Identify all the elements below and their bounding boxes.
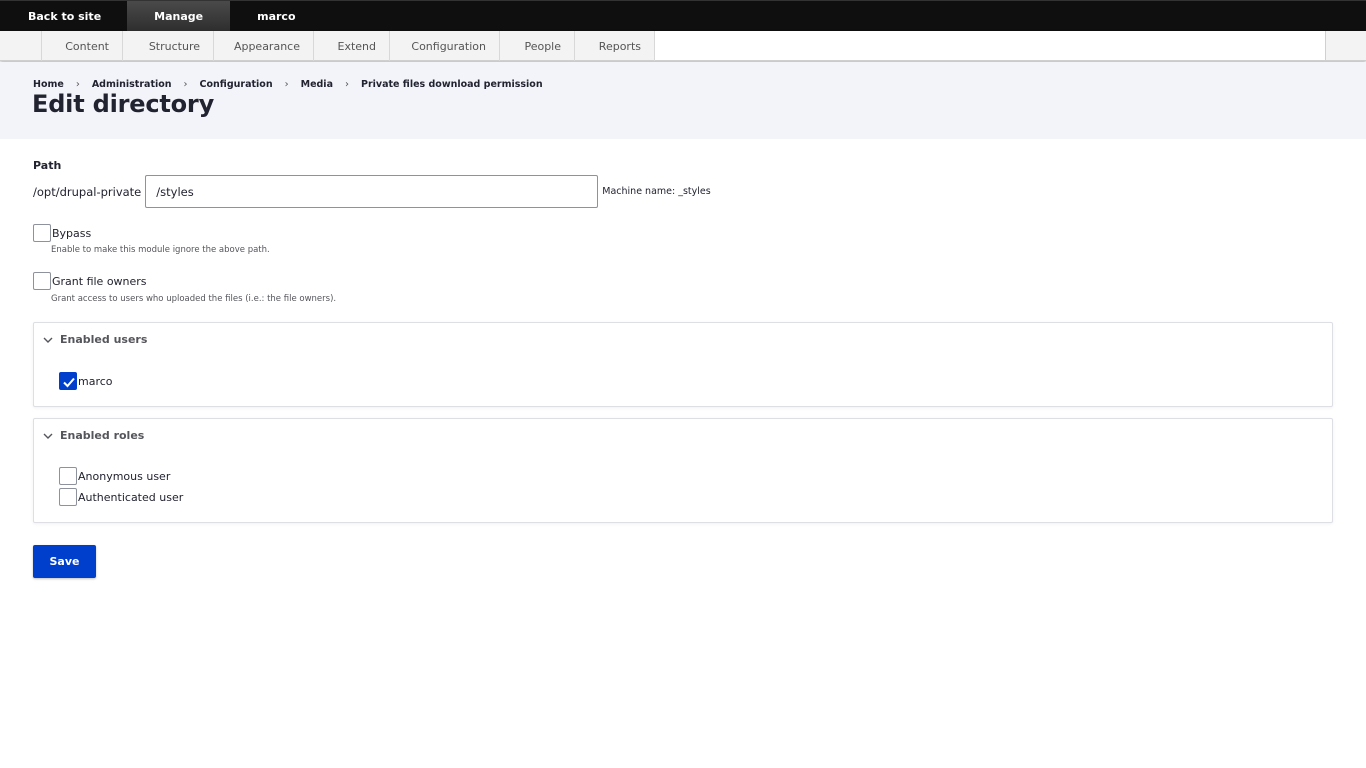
menu-item-reports[interactable]: Reports	[575, 31, 655, 61]
page-title: Edit directory	[32, 90, 215, 118]
path-label: Path	[33, 159, 62, 172]
user-tab[interactable]: marco	[230, 1, 322, 31]
bypass-description: Enable to make this module ignore the ab…	[51, 245, 270, 255]
manage-tab[interactable]: Manage	[127, 1, 231, 31]
tray-end	[1326, 31, 1366, 60]
enabled-users-toggle[interactable]: Enabled users	[42, 333, 147, 346]
breadcrumb-media[interactable]: Media	[301, 79, 333, 90]
anonymous-user-label[interactable]: Anonymous user	[78, 470, 170, 483]
enabled-roles-fieldset: Enabled roles Anonymous user Authenticat…	[33, 418, 1333, 523]
marco-checkbox[interactable]	[59, 372, 77, 390]
authenticated-user-label[interactable]: Authenticated user	[78, 491, 183, 504]
path-input[interactable]	[145, 175, 599, 208]
bypass-checkbox[interactable]	[33, 224, 51, 242]
menu-item-extend[interactable]: Extend	[314, 31, 390, 61]
breadcrumb-separator-icon: ›	[183, 79, 188, 90]
enabled-users-fieldset: Enabled users marco	[33, 322, 1333, 407]
breadcrumb-home[interactable]: Home	[33, 79, 64, 90]
admin-toolbar: Back to site Manage marco	[0, 0, 1366, 31]
grant-file-owners-label[interactable]: Grant file owners	[52, 275, 147, 288]
menu-item-content[interactable]: Content	[42, 31, 123, 61]
role-option-authenticated: Authenticated user	[59, 488, 183, 506]
role-option-anonymous: Anonymous user	[59, 467, 170, 485]
menu-item-configuration[interactable]: Configuration	[390, 31, 500, 61]
menu-item-appearance[interactable]: Appearance	[214, 31, 314, 61]
breadcrumb-administration[interactable]: Administration	[92, 79, 172, 90]
breadcrumb-separator-icon: ›	[284, 79, 289, 90]
back-to-site-link[interactable]: Back to site	[0, 1, 127, 31]
menu-item-structure[interactable]: Structure	[123, 31, 214, 61]
tray-spacer	[0, 31, 42, 61]
checkmark-icon	[63, 377, 75, 388]
chevron-down-icon	[43, 433, 53, 439]
anonymous-user-checkbox[interactable]	[59, 467, 77, 485]
grant-file-owners-description: Grant access to users who uploaded the f…	[51, 294, 337, 304]
chevron-down-icon	[43, 337, 53, 343]
machine-name: Machine name: _styles	[602, 186, 711, 197]
bypass-label[interactable]: Bypass	[52, 227, 91, 240]
breadcrumb-configuration[interactable]: Configuration	[200, 79, 273, 90]
path-row: /opt/drupal-private Machine name: _style…	[33, 175, 711, 208]
menu-item-people[interactable]: People	[500, 31, 575, 61]
tray-fill	[655, 31, 1326, 60]
path-prefix: /opt/drupal-private	[33, 184, 142, 199]
save-button[interactable]: Save	[33, 545, 96, 578]
enabled-users-title: Enabled users	[60, 333, 148, 346]
user-option-marco: marco	[59, 372, 113, 390]
breadcrumb: Home › Administration › Configuration › …	[33, 79, 543, 90]
grant-file-owners-row: Grant file owners	[33, 272, 147, 290]
grant-file-owners-checkbox[interactable]	[33, 272, 51, 290]
enabled-roles-toggle[interactable]: Enabled roles	[42, 429, 144, 442]
breadcrumb-separator-icon: ›	[75, 79, 80, 90]
breadcrumb-separator-icon: ›	[344, 79, 349, 90]
enabled-roles-title: Enabled roles	[60, 429, 145, 442]
bypass-row: Bypass	[33, 224, 91, 242]
breadcrumb-private-files[interactable]: Private files download permission	[361, 79, 543, 90]
marco-label[interactable]: marco	[78, 375, 113, 388]
page-header: Home › Administration › Configuration › …	[0, 62, 1366, 139]
admin-menu-tray: Content Structure Appearance Extend Conf…	[0, 31, 1366, 61]
authenticated-user-checkbox[interactable]	[59, 488, 77, 506]
